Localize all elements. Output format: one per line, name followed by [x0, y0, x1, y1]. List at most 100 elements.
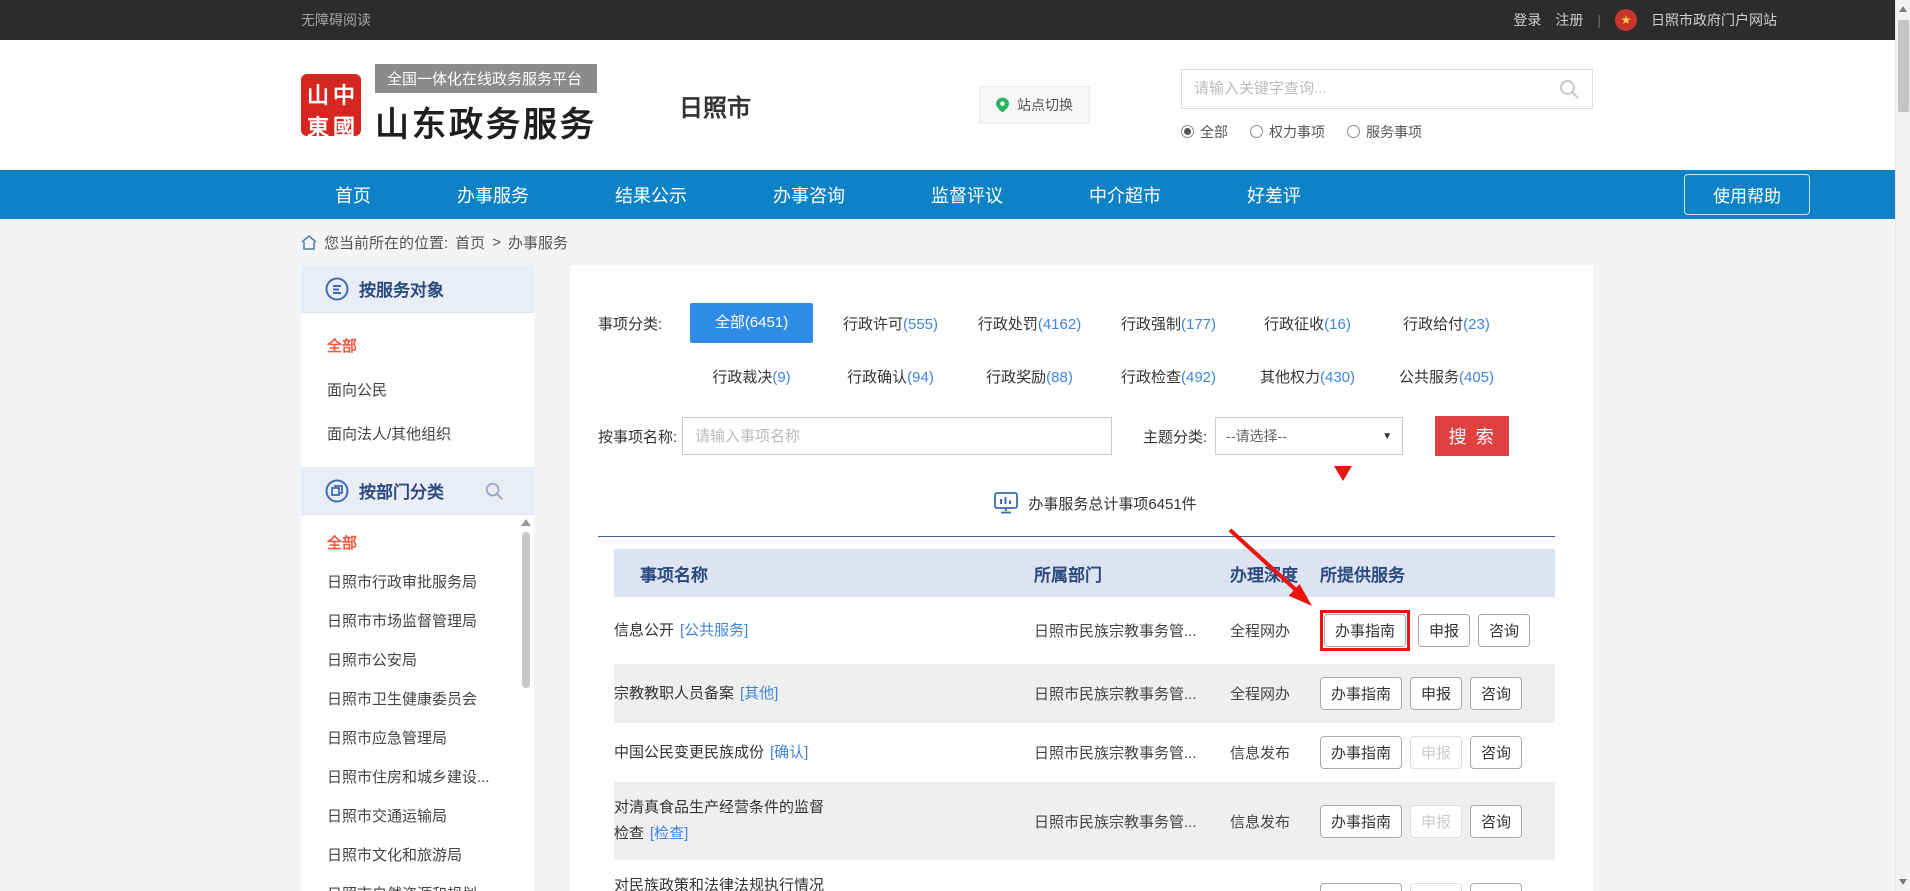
scope-power-radio[interactable]: 权力事项	[1250, 122, 1325, 142]
consult-button[interactable]: 咨询	[1478, 614, 1530, 647]
nav-item-services[interactable]: 办事服务	[457, 182, 529, 208]
apply-button[interactable]: 申报	[1410, 677, 1462, 710]
scope-service-radio[interactable]: 服务事项	[1347, 122, 1422, 142]
category-xingzhengjiancha[interactable]: 行政检查(492)	[1099, 366, 1238, 387]
scroll-down-arrow-icon[interactable]	[1899, 879, 1907, 885]
dept-item-culture-tourism[interactable]: 日照市文化和旅游局	[301, 835, 534, 874]
consult-button[interactable]: 咨询	[1470, 736, 1522, 769]
dept-item-approval-bureau[interactable]: 日照市行政审批服务局	[301, 562, 534, 601]
sidebar: 按服务对象 全部 面向公民 面向法人/其他组织 按部门分类 全部 日照市行政审批…	[301, 265, 534, 891]
breadcrumb-home[interactable]: 首页	[455, 232, 485, 253]
breadcrumb-current: 办事服务	[508, 232, 568, 253]
item-tag[interactable]: [其他]	[740, 685, 778, 702]
dept-item-transportation[interactable]: 日照市交通运输局	[301, 796, 534, 835]
site-switch-button[interactable]: 站点切换	[979, 86, 1090, 124]
category-xingzhengchufa[interactable]: 行政处罚(4162)	[960, 313, 1099, 334]
sidebar-item-citizens[interactable]: 面向公民	[301, 367, 534, 411]
page: 无障碍阅读 登录 注册 | ★ 日照市政府门户网站 山 中 東 國 全国一体化在…	[0, 0, 1910, 891]
apply-button[interactable]: 申报	[1418, 614, 1470, 647]
scrollbar-thumb[interactable]	[1898, 20, 1909, 112]
accessibility-link[interactable]: 无障碍阅读	[301, 10, 371, 30]
scope-all-radio[interactable]: 全部	[1181, 122, 1228, 142]
guide-button[interactable]: 办事指南	[1320, 677, 1402, 710]
col-depth: 办理深度	[1230, 561, 1320, 586]
dept-item-emergency-management[interactable]: 日照市应急管理局	[301, 718, 534, 757]
dept-item-all[interactable]: 全部	[301, 523, 534, 562]
register-link[interactable]: 注册	[1555, 10, 1583, 30]
nav-item-supervision[interactable]: 监督评议	[931, 182, 1003, 208]
dept-item-market-regulation[interactable]: 日照市市场监督管理局	[301, 601, 534, 640]
total-summary: 办事服务总计事项6451件	[598, 492, 1593, 514]
page-scrollbar[interactable]	[1895, 0, 1910, 891]
dept-item-housing-construction[interactable]: 日照市住房和城乡建设...	[301, 757, 534, 796]
scroll-up-arrow-icon[interactable]	[1899, 6, 1907, 12]
table-row: 宗教教职人员备案[其他] 日照市民族宗教事务管... 全程网办 办事指南 申报 …	[614, 664, 1555, 723]
item-tag[interactable]: [公共服务]	[680, 622, 748, 639]
apply-button-disabled: 申报	[1410, 736, 1462, 769]
item-name-link[interactable]: 信息公开	[614, 622, 674, 639]
guide-button[interactable]: 办事指南	[1324, 614, 1406, 647]
category-gonggongfuwu[interactable]: 公共服务(405)	[1377, 366, 1516, 387]
category-row-2: 行政裁决(9) 行政确认(94) 行政奖励(88) 行政检查(492) 其他权力…	[682, 356, 1593, 396]
dept-item-health-commission[interactable]: 日照市卫生健康委员会	[301, 679, 534, 718]
guide-button[interactable]: 办事指南	[1320, 736, 1402, 769]
category-xingzhengqiangzhi[interactable]: 行政强制(177)	[1099, 313, 1238, 334]
guide-button[interactable]: 办事指南	[1320, 805, 1402, 838]
service-target-list: 全部 面向公民 面向法人/其他组织	[301, 313, 534, 467]
portal-link[interactable]: 日照市政府门户网站	[1651, 10, 1777, 30]
nav-item-agency[interactable]: 中介超市	[1089, 182, 1161, 208]
department-search-icon[interactable]	[484, 481, 504, 501]
item-tag[interactable]: [检查]	[650, 825, 688, 842]
item-name-link[interactable]: 宗教教职人员备案	[614, 685, 734, 702]
help-button[interactable]: 使用帮助	[1684, 174, 1810, 215]
consult-button[interactable]: 咨询	[1470, 883, 1522, 891]
item-department: 日照市民族宗教事务管...	[1034, 620, 1230, 641]
apply-button-disabled: 申报	[1410, 883, 1462, 891]
dept-item-natural-resources[interactable]: 日照市自然资源和规划...	[301, 874, 534, 891]
breadcrumb: 您当前所在的位置: 首页 > 办事服务	[0, 219, 1910, 265]
category-xingzhengxuke[interactable]: 行政许可(555)	[821, 313, 960, 334]
keyword-search-input[interactable]	[1194, 80, 1558, 97]
category-xingzhengjifu[interactable]: 行政给付(23)	[1377, 313, 1516, 334]
category-xingzhengqueren[interactable]: 行政确认(94)	[821, 366, 960, 387]
header-search: 全部 权力事项 服务事项	[1181, 69, 1593, 142]
item-name-link[interactable]: 对清真食品生产经营条件的监督检查	[614, 799, 824, 842]
item-name-input[interactable]	[682, 417, 1112, 455]
scroll-up-arrow-icon[interactable]	[521, 519, 531, 526]
sidebar-item-legal-persons[interactable]: 面向法人/其他组织	[301, 411, 534, 455]
scrollbar-thumb[interactable]	[522, 532, 530, 688]
consult-button[interactable]: 咨询	[1470, 677, 1522, 710]
departments-scrollbar[interactable]	[521, 519, 531, 688]
nav-items: 首页 办事服务 结果公示 办事咨询 监督评议 中介超市 好差评	[335, 182, 1301, 208]
col-department: 所属部门	[1034, 561, 1230, 586]
category-all[interactable]: 全部(6451)	[682, 303, 821, 343]
nav-item-consult[interactable]: 办事咨询	[773, 182, 845, 208]
city-name: 日照市	[679, 88, 751, 123]
consult-button[interactable]: 咨询	[1470, 805, 1522, 838]
category-xingzhengjiangli[interactable]: 行政奖励(88)	[960, 366, 1099, 387]
item-name-link[interactable]: 中国公民变更民族成份	[614, 744, 764, 761]
item-name-label: 按事项名称:	[598, 426, 682, 447]
item-name-link[interactable]: 对民族政策和法律法规执行情况的监督检查	[614, 877, 824, 891]
home-icon	[301, 235, 317, 250]
nav-item-results[interactable]: 结果公示	[615, 182, 687, 208]
category-xingzhengcaijue[interactable]: 行政裁决(9)	[682, 366, 821, 387]
search-icon[interactable]	[1558, 78, 1580, 100]
dept-item-public-security[interactable]: 日照市公安局	[301, 640, 534, 679]
category-qitaquanli[interactable]: 其他权力(430)	[1238, 366, 1377, 387]
annotation-highlight-box: 办事指南	[1320, 610, 1410, 651]
nav-item-rating[interactable]: 好差评	[1247, 182, 1301, 208]
item-depth: 全程网办	[1230, 620, 1320, 641]
search-scope-radios: 全部 权力事项 服务事项	[1181, 122, 1593, 142]
national-emblem-icon: ★	[1615, 9, 1637, 31]
logo-texts: 全国一体化在线政务服务平台 山东政务服务	[375, 64, 597, 146]
sidebar-item-all[interactable]: 全部	[301, 323, 534, 367]
nav-item-home[interactable]: 首页	[335, 182, 371, 208]
category-xingzhengzhengshou[interactable]: 行政征收(16)	[1238, 313, 1377, 334]
search-button[interactable]: 搜 索	[1435, 416, 1509, 456]
item-tag[interactable]: [确认]	[770, 744, 808, 761]
topic-select[interactable]: --请选择-- ▼	[1215, 417, 1403, 455]
guide-button[interactable]: 办事指南	[1320, 883, 1402, 891]
login-link[interactable]: 登录	[1513, 10, 1541, 30]
header: 山 中 東 國 全国一体化在线政务服务平台 山东政务服务 日照市 站点切换	[0, 40, 1910, 170]
